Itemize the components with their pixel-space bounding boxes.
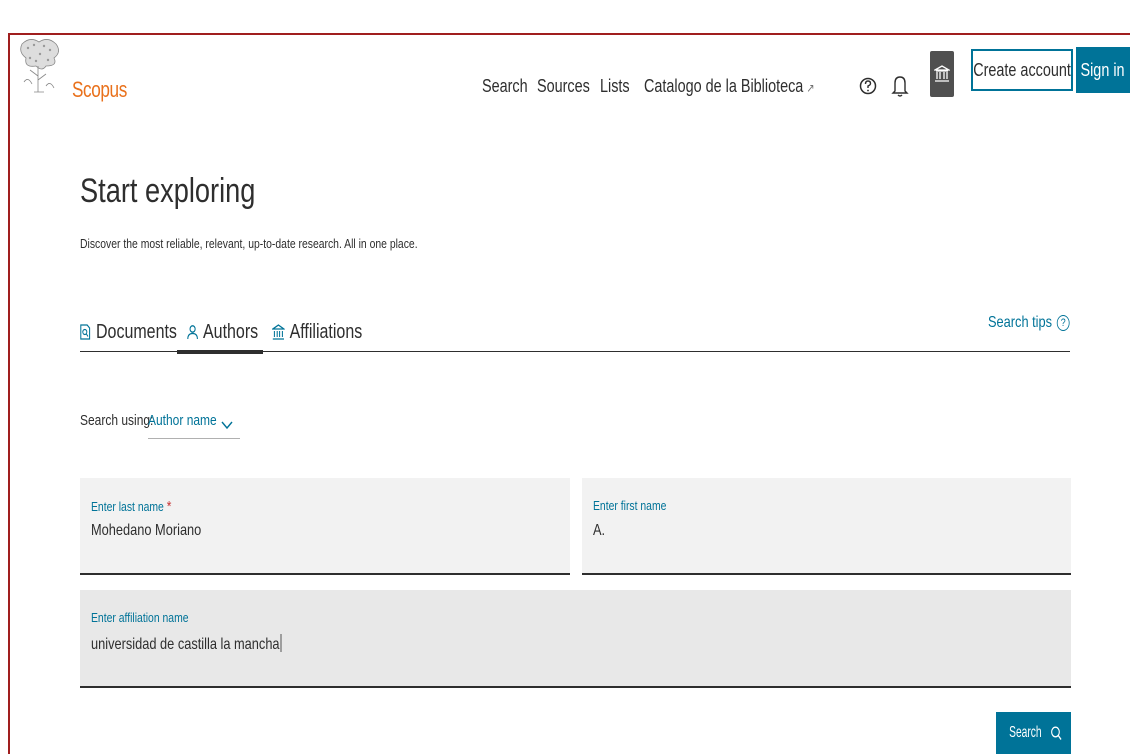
search-using-value: Author name (148, 412, 217, 429)
institution-icon (272, 324, 285, 340)
first-name-value: A. (593, 522, 606, 539)
search-button-label: Search (1009, 724, 1042, 741)
sign-in-label: Sign in (1080, 59, 1126, 80)
person-icon (187, 325, 198, 340)
scopus-brand[interactable]: Scopus (72, 77, 127, 103)
external-link-icon: ↗ (806, 81, 815, 95)
create-account-button[interactable]: Create account (971, 49, 1073, 91)
nav-catalogo-biblioteca[interactable]: Catalogo de la Biblioteca ↗ (644, 76, 815, 97)
bell-icon[interactable] (889, 73, 911, 99)
required-asterisk: * (166, 498, 172, 515)
document-search-icon (80, 324, 91, 340)
search-using-label: Search using: (80, 412, 154, 429)
tab-affiliations[interactable]: Affiliations (272, 312, 385, 352)
affiliation-name-value-wrap: universidad de castilla la mancha (91, 634, 282, 654)
help-icon[interactable] (857, 73, 879, 99)
first-name-field[interactable]: Enter first name A. (582, 478, 1071, 575)
tab-authors-label: Authors (203, 320, 259, 343)
tabs-divider (80, 351, 1070, 352)
affiliation-name-field[interactable]: Enter affiliation name universidad de ca… (80, 590, 1071, 688)
search-tips-link[interactable]: Search tips ? (988, 314, 1070, 332)
affiliation-name-value: universidad de castilla la mancha (91, 636, 280, 653)
nav-sources[interactable]: Sources (537, 76, 590, 97)
create-account-label: Create account (973, 59, 1071, 80)
tab-authors[interactable]: Authors (177, 312, 276, 354)
page-title: Start exploring (80, 172, 256, 210)
chevron-down-icon (221, 421, 233, 430)
search-button[interactable]: Search (996, 712, 1071, 754)
search-icon (1050, 725, 1062, 740)
nav-lists[interactable]: Lists (600, 76, 630, 97)
tab-affiliations-label: Affiliations (289, 320, 363, 343)
last-name-value: Mohedano Moriano (91, 522, 202, 539)
sign-in-button[interactable]: Sign in (1076, 47, 1130, 93)
last-name-field[interactable]: Enter last name * Mohedano Moriano (80, 478, 570, 575)
institution-button[interactable] (930, 51, 954, 97)
top-header: Scopus Search Sources Lists Catalogo de … (10, 35, 1130, 117)
search-using-dropdown[interactable]: Author name (148, 410, 240, 439)
help-circle-icon: ? (1056, 315, 1070, 331)
nav-search[interactable]: Search (482, 76, 528, 97)
elsevier-tree-logo (16, 36, 62, 96)
tab-documents-label: Documents (96, 320, 177, 343)
search-tips-label: Search tips (988, 314, 1053, 331)
last-name-label: Enter last name * (91, 498, 171, 515)
institution-icon (934, 65, 950, 82)
nav-catalogo-label: Catalogo de la Biblioteca (644, 76, 804, 96)
first-name-label: Enter first name (593, 498, 667, 513)
text-cursor (280, 634, 282, 652)
last-name-label-text: Enter last name (91, 499, 164, 514)
affiliation-name-label: Enter affiliation name (91, 610, 189, 625)
page-subtitle: Discover the most reliable, relevant, up… (80, 236, 418, 251)
